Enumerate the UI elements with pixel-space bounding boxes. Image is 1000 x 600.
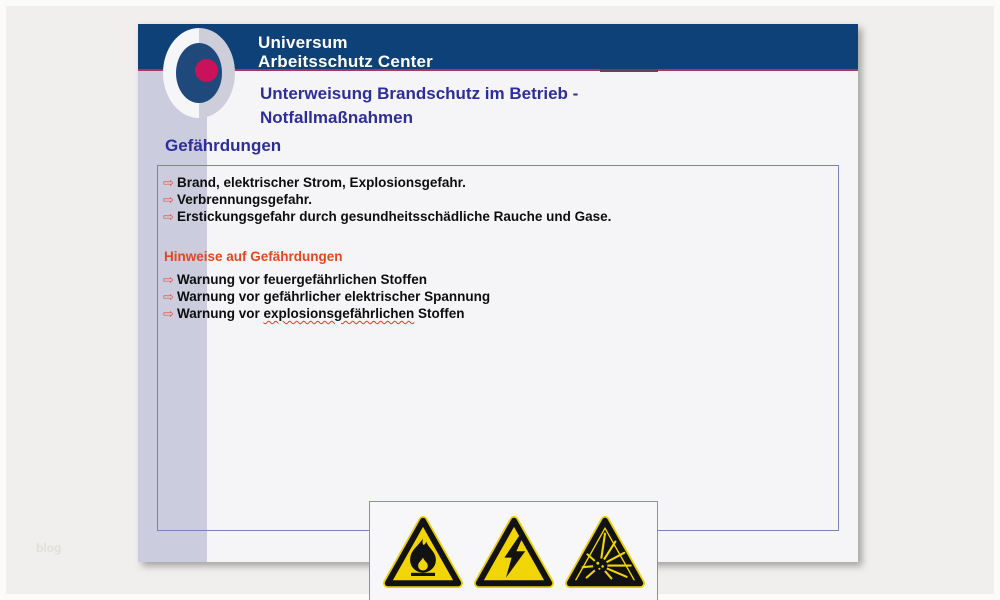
- hints-list: ⇨ Warnung vor feuergefährlichen Stoffen ⇨…: [163, 272, 490, 323]
- hazard-text: Brand, elektrischer Strom, Explosionsgef…: [177, 175, 466, 190]
- warning-signs-box: [369, 501, 658, 600]
- brand-name: Universum Arbeitsschutz Center: [258, 33, 433, 71]
- arrow-bullet-icon: ⇨: [163, 307, 174, 322]
- hazard-text: Verbrennungsgefahr.: [177, 192, 313, 207]
- slide-title-line1: Unterweisung Brandschutz im Betrieb -: [260, 84, 579, 103]
- list-item: ⇨ Warnung vor feuergefährlichen Stoffen: [163, 272, 490, 289]
- hint-text: Warnung vor explosionsgefährlichen Stoff…: [177, 306, 465, 321]
- watermark: blog: [36, 541, 62, 555]
- hint-text: Warnung vor feuergefährlichen Stoffen: [177, 272, 428, 287]
- accent-line: [138, 69, 858, 71]
- arrow-bullet-icon: ⇨: [163, 210, 174, 225]
- hints-heading: Hinweise auf Gefährdungen: [164, 249, 343, 264]
- content-box: ⇨ Brand, elektrischer Strom, Explosionsge…: [157, 165, 839, 600]
- arrow-bullet-icon: ⇨: [163, 290, 174, 305]
- slide-title: Unterweisung Brandschutz im Betrieb - No…: [260, 82, 578, 130]
- presentation-slide: Universum Arbeitsschutz Center Unterweis…: [138, 24, 858, 600]
- logo-center-dot: [195, 59, 218, 82]
- hint-text: Warnung vor gefährlicher elektrischer Sp…: [177, 289, 491, 304]
- arrow-bullet-icon: ⇨: [163, 193, 174, 208]
- list-item: ⇨ Brand, elektrischer Strom, Explosionsge…: [163, 175, 611, 192]
- hazard-text: Erstickungsgefahr durch gesundheitsschäd…: [177, 209, 612, 224]
- arrow-bullet-icon: ⇨: [163, 176, 174, 191]
- warning-explosive-icon: [564, 516, 645, 600]
- section-heading: Gefährdungen: [165, 136, 282, 155]
- warning-flammable-icon: [382, 516, 463, 600]
- arrow-bullet-icon: ⇨: [163, 273, 174, 288]
- list-item: ⇨ Warnung vor gefährlicher elektrischer S…: [163, 289, 490, 306]
- list-item: ⇨ Erstickungsgefahr durch gesundheitsschä…: [163, 209, 611, 226]
- header-band: [138, 24, 858, 69]
- brand-line2: Arbeitsschutz Center: [258, 52, 433, 71]
- warning-high-voltage-icon: [473, 516, 554, 600]
- slide-title-line2: Notfallmaßnahmen: [260, 108, 414, 127]
- screenshot-canvas: blog Universum Arbeitsschutz Center Unte…: [0, 0, 1000, 600]
- brand-line1: Universum: [258, 33, 348, 52]
- accent-line-notch: [600, 69, 658, 72]
- list-item: ⇨ Verbrennungsgefahr.: [163, 192, 611, 209]
- hazard-list: ⇨ Brand, elektrischer Strom, Explosionsge…: [163, 175, 611, 226]
- target-rings-logo-icon: [163, 28, 235, 118]
- list-item: ⇨ Warnung vor explosionsgefährlichen Stof…: [163, 306, 490, 323]
